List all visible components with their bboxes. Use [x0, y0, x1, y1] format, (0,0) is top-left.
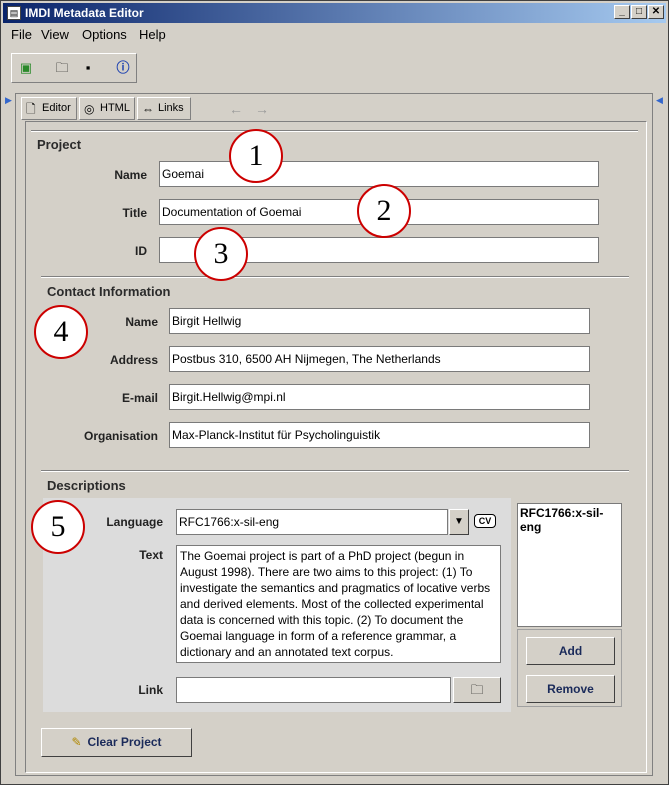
clear-project-label: Clear Project [87, 735, 162, 749]
language-select[interactable]: RFC1766:x-sil-eng [176, 509, 448, 535]
tab-editor[interactable]: 🗋 Editor [21, 97, 77, 120]
tab-html[interactable]: ◎ HTML [79, 97, 135, 120]
tab-editor-label: Editor [42, 102, 71, 114]
app-window: ▤ IMDI Metadata Editor _ □ ✕ File View O… [0, 0, 669, 785]
toolbar: ▣ 🗀 ▪ ⓘ [11, 53, 137, 83]
right-collapse-arrow[interactable]: ◀ [656, 95, 663, 106]
link-field[interactable] [176, 677, 451, 703]
folder-icon: 🗀 [470, 682, 484, 697]
save-icon[interactable]: ▪ [80, 60, 96, 76]
html-icon: ◎ [84, 102, 95, 116]
close-button[interactable]: ✕ [648, 5, 664, 19]
divider [31, 130, 638, 132]
menu-file[interactable]: File [11, 27, 32, 42]
document-icon: 🗋 [26, 102, 36, 116]
menu-view[interactable]: View [41, 27, 69, 42]
section-project-title: Project [37, 137, 82, 152]
tab-links[interactable]: ⇔ Links [137, 97, 191, 120]
add-button[interactable]: Add [526, 637, 615, 665]
window-title: IMDI Metadata Editor [25, 6, 144, 20]
contact-organisation-field[interactable]: Max-Planck-Institut für Psycholinguistik [169, 422, 590, 448]
language-label: Language [106, 515, 163, 529]
browse-folder-button[interactable]: 🗀 [453, 677, 501, 703]
divider [41, 276, 629, 278]
list-item[interactable]: RFC1766:x-sil-eng [520, 506, 619, 534]
app-icon: ▤ [7, 6, 21, 20]
annotation-marker-3: 3 [194, 227, 248, 281]
left-collapse-arrow[interactable]: ▶ [5, 95, 12, 106]
minimize-button[interactable]: _ [614, 5, 630, 19]
info-icon[interactable]: ⓘ [115, 60, 131, 76]
contact-address-label: Address [109, 353, 158, 367]
clear-project-button[interactable]: ✎ Clear Project [41, 728, 192, 757]
back-arrow-icon[interactable]: ← [229, 101, 243, 117]
language-dropdown-button[interactable]: ▼ [449, 509, 469, 535]
open-folder-icon[interactable]: 🗀 [54, 60, 70, 76]
tab-html-label: HTML [100, 102, 130, 114]
annotation-marker-2: 2 [357, 184, 411, 238]
description-textarea[interactable]: The Goemai project is part of a PhD proj… [176, 545, 501, 663]
tab-links-label: Links [158, 102, 184, 114]
forward-arrow-icon[interactable]: → [255, 101, 269, 117]
project-id-label: ID [135, 244, 147, 258]
remove-button[interactable]: Remove [526, 675, 615, 703]
annotation-marker-4: 4 [34, 305, 88, 359]
contact-email-field[interactable]: Birgit.Hellwig@mpi.nl [169, 384, 590, 410]
link-label: Link [138, 683, 163, 697]
links-icon: ⇔ [142, 102, 154, 116]
contact-organisation-label: Organisation [83, 429, 158, 443]
text-label: Text [139, 548, 163, 562]
new-icon[interactable]: ▣ [18, 60, 34, 76]
menu-help[interactable]: Help [139, 27, 166, 42]
menu-bar: File View Options Help [3, 25, 666, 45]
eraser-icon: ✎ [71, 735, 82, 749]
contact-email-label: E-mail [121, 391, 158, 405]
language-list[interactable]: RFC1766:x-sil-eng [517, 503, 622, 627]
cv-button[interactable]: CV [474, 514, 496, 528]
section-descriptions-title: Descriptions [47, 478, 126, 493]
title-bar: ▤ IMDI Metadata Editor _ □ ✕ [3, 3, 666, 23]
maximize-button[interactable]: □ [631, 5, 647, 19]
annotation-marker-5: 5 [31, 500, 85, 554]
menu-options[interactable]: Options [82, 27, 127, 42]
divider [41, 470, 629, 472]
contact-name-field[interactable]: Birgit Hellwig [169, 308, 590, 334]
contact-address-field[interactable]: Postbus 310, 6500 AH Nijmegen, The Nethe… [169, 346, 590, 372]
project-name-label: Name [114, 168, 147, 182]
chevron-down-icon: ▼ [454, 516, 464, 527]
project-title-label: Title [122, 206, 147, 220]
section-contact-title: Contact Information [47, 284, 171, 299]
annotation-marker-1: 1 [229, 129, 283, 183]
project-name-field[interactable]: Goemai [159, 161, 599, 187]
